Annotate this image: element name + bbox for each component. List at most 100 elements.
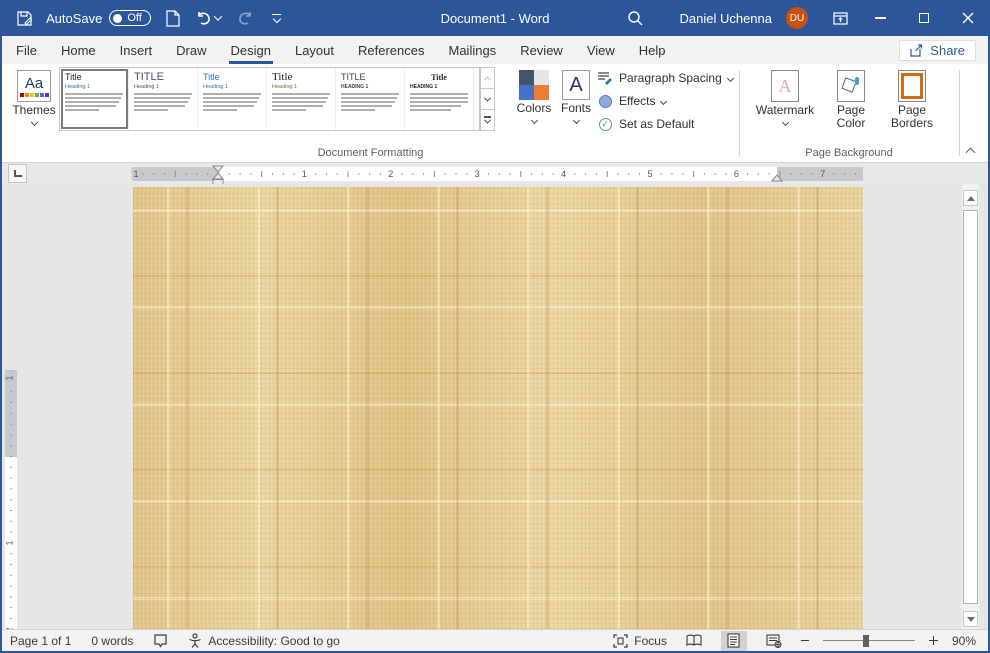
minimize-button[interactable] <box>858 0 902 36</box>
search-icon[interactable] <box>625 7 645 29</box>
right-indent-marker[interactable] <box>771 173 783 182</box>
accessibility-label: Accessibility: Good to go <box>208 634 339 648</box>
fonts-button[interactable]: A Fonts <box>554 66 598 123</box>
style-thumbnail-6[interactable]: TitleHEADING 1 <box>405 68 474 130</box>
gallery-scroll-up-button[interactable] <box>480 67 495 89</box>
paragraph-spacing-button[interactable]: Paragraph Spacing <box>597 70 733 86</box>
watermark-button[interactable]: A Watermark <box>751 66 819 125</box>
paragraph-spacing-label: Paragraph Spacing <box>619 71 722 85</box>
style-thumbnail-5[interactable]: TITLEHEADING 1 <box>336 68 405 130</box>
autosave-state: Off <box>127 12 141 24</box>
ruler-row: 11234567 <box>2 163 988 184</box>
read-mode-button[interactable] <box>681 631 707 651</box>
undo-dropdown-icon[interactable] <box>214 12 222 20</box>
tab-references[interactable]: References <box>346 36 436 64</box>
new-document-icon[interactable] <box>163 7 183 29</box>
set-as-default-label: Set as Default <box>619 117 694 131</box>
themes-button[interactable]: Aa Themes <box>12 66 56 125</box>
toggle-dot-icon <box>113 14 122 23</box>
colors-dropdown-icon <box>530 117 537 124</box>
ruler-number: 7 <box>818 168 827 180</box>
tab-selector-button[interactable] <box>8 164 27 183</box>
ruler-number: 1 <box>5 374 15 381</box>
colors-icon <box>519 70 549 100</box>
ribbon: Aa Themes TitleHeading 1TITLEHeading 1Ti… <box>2 64 988 163</box>
page-indicator[interactable]: Page 1 of 1 <box>10 634 71 648</box>
ruler-number: 1 <box>131 168 140 180</box>
customize-quick-access-icon[interactable] <box>267 7 287 29</box>
ruler-number: 5 <box>645 168 654 180</box>
tab-design[interactable]: Design <box>219 36 283 64</box>
style-gallery: TitleHeading 1TITLEHeading 1TitleHeading… <box>59 67 480 131</box>
tab-layout[interactable]: Layout <box>283 36 346 64</box>
collapse-ribbon-icon[interactable] <box>966 148 976 158</box>
tab-home[interactable]: Home <box>49 36 108 64</box>
style-thumbnail-3[interactable]: TitleHeading 1 <box>198 68 267 130</box>
page-borders-label: Page Borders <box>881 104 943 130</box>
undo-button[interactable] <box>195 7 223 29</box>
paragraph-spacing-icon <box>597 70 613 86</box>
vertical-scrollbar[interactable] <box>962 184 979 629</box>
tab-view[interactable]: View <box>575 36 627 64</box>
print-layout-button[interactable] <box>721 631 747 651</box>
tab-help[interactable]: Help <box>627 36 678 64</box>
effects-icon <box>597 93 613 109</box>
zoom-out-button[interactable] <box>801 640 809 641</box>
zoom-in-button[interactable] <box>929 636 938 645</box>
ruler-number: 4 <box>559 168 568 180</box>
word-count[interactable]: 0 words <box>91 634 133 648</box>
tab-mailings[interactable]: Mailings <box>437 36 509 64</box>
group-separator <box>959 70 960 156</box>
share-button[interactable]: Share <box>899 40 976 61</box>
fonts-dropdown-icon <box>572 117 579 124</box>
tab-review[interactable]: Review <box>508 36 575 64</box>
gallery-scroll-down-button[interactable] <box>480 89 495 110</box>
zoom-slider-handle[interactable] <box>863 635 869 647</box>
focus-label: Focus <box>634 634 667 648</box>
page-color-label: Page Color <box>825 104 877 130</box>
style-thumbnail-1[interactable]: TitleHeading 1 <box>60 68 129 130</box>
web-layout-button[interactable] <box>761 631 787 651</box>
zoom-slider[interactable] <box>823 635 915 647</box>
zoom-level[interactable]: 90% <box>952 634 976 648</box>
tab-draw[interactable]: Draw <box>164 36 218 64</box>
focus-button[interactable]: Focus <box>613 634 667 648</box>
user-name[interactable]: Daniel Uchenna <box>679 11 772 26</box>
autosave-pill[interactable]: Off <box>109 10 150 26</box>
set-as-default-icon: ✓ <box>597 116 613 132</box>
save-icon[interactable] <box>14 7 34 29</box>
scroll-up-button[interactable] <box>963 190 978 206</box>
ruler-horizontal[interactable]: 11234567 <box>133 167 863 181</box>
accessibility-icon <box>188 633 202 648</box>
ribbon-display-options-icon[interactable] <box>822 0 858 36</box>
tab-insert[interactable]: Insert <box>108 36 165 64</box>
ruler-v-ticks <box>5 370 17 653</box>
page-borders-icon <box>898 70 926 102</box>
effects-button[interactable]: Effects <box>597 93 733 109</box>
set-as-default-button[interactable]: ✓ Set as Default <box>597 116 733 132</box>
avatar[interactable]: DU <box>786 7 808 29</box>
page-color-button[interactable]: Page Color <box>825 66 877 130</box>
fonts-label: Fonts <box>561 102 591 115</box>
tab-file[interactable]: File <box>4 36 49 64</box>
ruler-ticks <box>133 167 863 181</box>
themes-icon: Aa <box>17 70 51 102</box>
proofing-icon[interactable] <box>153 633 168 648</box>
accessibility-status[interactable]: Accessibility: Good to go <box>188 633 339 648</box>
maximize-button[interactable] <box>902 0 946 36</box>
scroll-down-button[interactable] <box>963 611 978 627</box>
autosave-toggle[interactable]: AutoSave Off <box>46 10 151 26</box>
scrollbar-thumb[interactable] <box>963 210 978 604</box>
colors-button[interactable]: Colors <box>508 66 560 123</box>
style-gallery-scroll <box>480 67 495 131</box>
close-button[interactable] <box>946 0 990 36</box>
page-borders-button[interactable]: Page Borders <box>881 66 943 130</box>
ruler-vertical[interactable]: 11234 <box>5 370 17 653</box>
style-thumbnail-2[interactable]: TITLEHeading 1 <box>129 68 198 130</box>
style-thumbnail-4[interactable]: TitleHeading 1 <box>267 68 336 130</box>
gallery-more-button[interactable] <box>480 110 495 131</box>
document-page[interactable] <box>133 187 863 629</box>
redo-button-disabled <box>235 7 255 29</box>
status-bar: Page 1 of 1 0 words Accessibility: Good … <box>2 629 988 651</box>
effects-label: Effects <box>619 94 655 108</box>
